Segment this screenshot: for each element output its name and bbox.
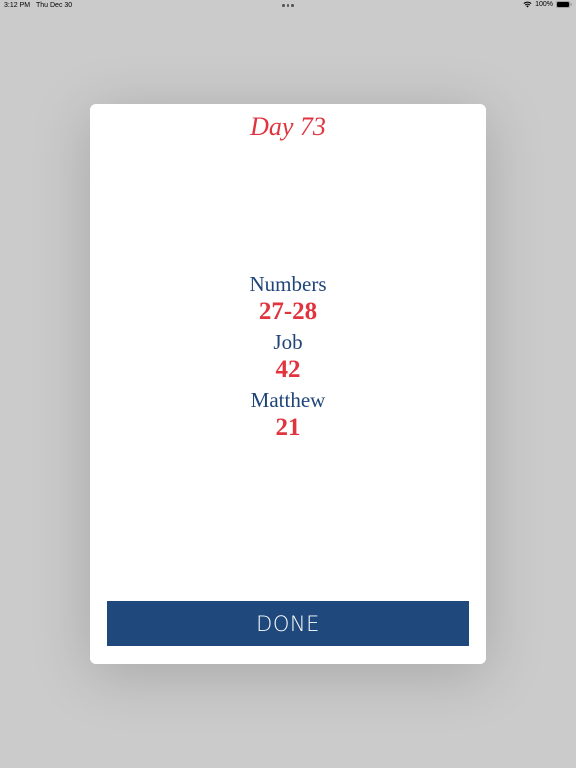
reading-chapters: 42 xyxy=(275,356,301,383)
status-indicators: 100% xyxy=(523,1,572,8)
reading-item: Job 42 xyxy=(90,330,486,384)
day-reading-modal: Day 73 Numbers 27-28 Job 42 Matthew 21 D… xyxy=(90,104,486,664)
reading-book: Numbers xyxy=(249,272,327,296)
done-button[interactable]: DONE xyxy=(107,601,469,646)
reading-book: Job xyxy=(273,330,303,354)
battery-percent: 100% xyxy=(535,1,553,8)
battery-icon xyxy=(556,1,572,8)
wifi-icon xyxy=(523,1,532,8)
multitasking-dots-icon[interactable] xyxy=(282,4,294,7)
status-date: Thu Dec 30 xyxy=(36,2,73,9)
reading-book: Matthew xyxy=(250,388,326,412)
reading-item: Matthew 21 xyxy=(90,388,486,442)
status-time: 3:12 PM xyxy=(4,2,31,9)
reading-item: Numbers 27-28 xyxy=(90,272,486,326)
day-title: Day 73 xyxy=(250,112,326,141)
reading-chapters: 21 xyxy=(275,414,301,441)
status-bar: 3:12 PM Thu Dec 30 100% xyxy=(0,0,576,12)
reading-chapters: 27-28 xyxy=(258,298,318,325)
readings-list: Numbers 27-28 Job 42 Matthew 21 xyxy=(90,272,486,446)
